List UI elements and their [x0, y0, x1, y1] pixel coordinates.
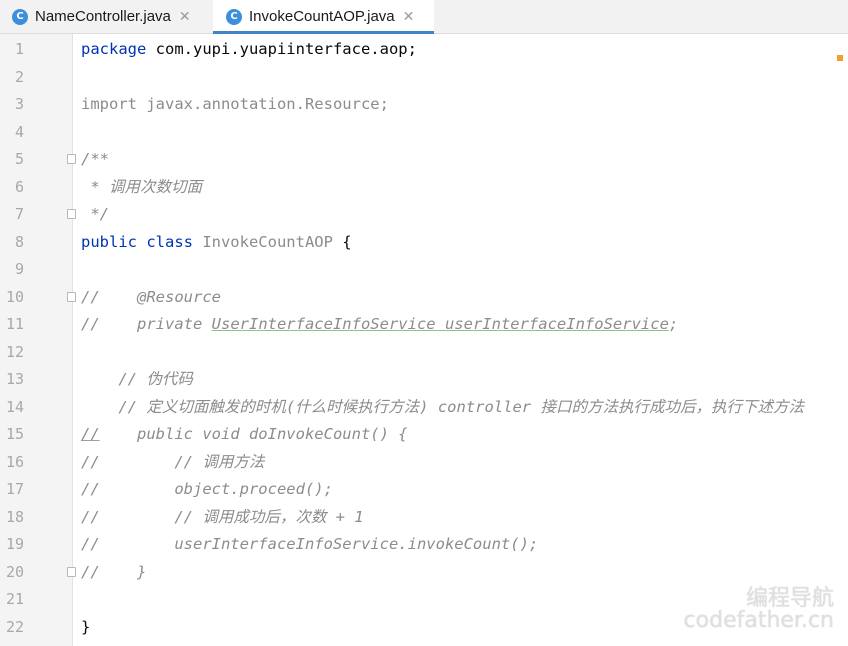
code-token: { [342, 232, 352, 251]
line-number: 8 [14, 232, 24, 251]
line-number: 19 [5, 535, 24, 553]
class-icon: C [226, 8, 242, 25]
code-line[interactable]: 3 import javax.annotation.Resource; [0, 91, 848, 118]
code-line[interactable]: 13 // 伪代码 [0, 366, 848, 393]
code-line[interactable]: 16 // // 调用方法 [0, 449, 848, 476]
code-text: // @Resource [81, 284, 221, 311]
code-token: UserInterfaceInfoService userInterfaceIn… [211, 315, 669, 333]
class-icon: C [12, 8, 28, 25]
fold-marker-icon[interactable] [67, 209, 76, 219]
code-text: package com.yupi.yuapiinterface.aop; [81, 36, 417, 63]
fold-marker-icon[interactable] [67, 291, 76, 302]
code-text: // userInterfaceInfoService.invokeCount(… [81, 531, 538, 558]
line-number: 9 [14, 260, 24, 278]
code-text: * 调用次数切面 [81, 174, 202, 201]
line-number: 7 [14, 205, 24, 223]
code-token: // } [81, 562, 147, 581]
code-line[interactable]: 14 // 定义切面触发的时机(什么时候执行方法) controller 接口的… [0, 394, 848, 421]
line-number: 21 [5, 590, 24, 608]
code-text: // 定义切面触发的时机(什么时候执行方法) controller 接口的方法执… [81, 394, 804, 421]
line-number: 12 [5, 342, 24, 361]
tab-namecontroller[interactable]: C NameController.java ✕ [0, 0, 212, 33]
code-line[interactable]: 20 // } [0, 559, 848, 586]
fold-marker-icon[interactable] [67, 154, 76, 164]
code-token: } [81, 617, 91, 636]
code-token: /** [81, 150, 109, 168]
line-number: 3 [14, 95, 24, 113]
close-icon[interactable]: ✕ [403, 9, 415, 25]
code-line[interactable]: 4 [0, 119, 848, 146]
code-line[interactable]: 5 /** [0, 146, 848, 173]
code-text: } [81, 614, 90, 641]
fold-marker-icon[interactable] [67, 566, 76, 577]
code-editor[interactable]: 1 package com.yupi.yuapiinterface.aop; 2 3 i… [0, 34, 848, 646]
code-text: // 伪代码 [81, 366, 193, 393]
code-text: */ [81, 201, 109, 228]
code-text: import javax.annotation.Resource; [81, 91, 389, 118]
code-token: // // 调用方法 [81, 452, 265, 471]
line-number: 2 [14, 67, 24, 86]
code-text: public class InvokeCountAOP { [81, 229, 352, 256]
code-line[interactable]: 19 // userInterfaceInfoService.invokeCoun… [0, 531, 848, 558]
code-line[interactable]: 10 // @Resource [0, 284, 848, 311]
inspection-marker[interactable] [837, 55, 843, 61]
code-line[interactable]: 15 // public void doInvokeCount() { [0, 421, 848, 448]
code-text: // private UserInterfaceInfoService user… [81, 311, 678, 338]
code-token: // 伪代码 [81, 370, 193, 388]
line-number: 17 [5, 480, 24, 498]
line-number: 18 [5, 507, 24, 526]
code-token: // userInterfaceInfoService.invokeCount(… [81, 535, 539, 553]
tab-invokecountaop[interactable]: C InvokeCountAOP.java ✕ [213, 0, 434, 34]
close-icon[interactable]: ✕ [179, 9, 191, 25]
line-number: 14 [5, 397, 24, 416]
code-line[interactable]: 12 [0, 339, 848, 366]
code-line[interactable]: 7 */ [0, 201, 848, 228]
line-number: 1 [14, 40, 24, 58]
code-text: // object.proceed(); [81, 476, 333, 503]
code-token: // [81, 425, 100, 443]
line-number: 10 [5, 287, 24, 306]
line-number: 4 [14, 122, 24, 141]
code-text: // // 调用方法 [81, 449, 264, 476]
line-number: 11 [5, 315, 24, 333]
code-token: // private [81, 315, 212, 333]
code-line[interactable]: 9 [0, 256, 848, 283]
code-token: InvokeCountAOP [192, 232, 343, 251]
code-token: public void doInvokeCount() { [99, 425, 408, 443]
code-line[interactable]: 6 * 调用次数切面 [0, 174, 848, 201]
line-number: 16 [5, 452, 24, 471]
code-text: // } [81, 559, 146, 586]
line-number: 20 [5, 562, 24, 581]
code-token: ; [668, 315, 679, 333]
code-line[interactable]: 18 // // 调用成功后，次数 + 1 [0, 504, 848, 531]
code-text: /** [81, 146, 109, 173]
tab-label: InvokeCountAOP.java [249, 8, 395, 25]
tab-label: NameController.java [35, 8, 171, 25]
code-token: * 调用次数切面 [81, 177, 202, 196]
code-token: // 定义切面触发的时机(什么时候执行方法) controller 接口的方法执… [81, 397, 804, 416]
code-text: // public void doInvokeCount() { [81, 421, 408, 448]
code-line[interactable]: 8 public class InvokeCountAOP { [0, 229, 848, 256]
code-line[interactable]: 11 // private UserInterfaceInfoService us… [0, 311, 848, 338]
code-token: com.yupi.yuapiinterface.aop; [146, 40, 417, 58]
code-token: package [81, 40, 147, 58]
code-line[interactable]: 17 // object.proceed(); [0, 476, 848, 503]
code-token: // object.proceed(); [81, 480, 333, 498]
line-number: 15 [5, 425, 24, 443]
line-number: 22 [5, 617, 24, 636]
code-token: */ [81, 205, 109, 223]
code-token: // @Resource [81, 287, 221, 306]
watermark-url: codefather.cn [683, 608, 834, 633]
line-number: 13 [5, 370, 24, 388]
code-token: // // 调用成功后，次数 + 1 [81, 507, 364, 526]
code-text: // // 调用成功后，次数 + 1 [81, 504, 364, 531]
code-token: import javax.annotation.Resource; [81, 95, 389, 113]
editor-tab-bar: C NameController.java ✕ C InvokeCountAOP… [0, 0, 848, 34]
code-token: public class [81, 232, 193, 251]
line-number: 6 [14, 177, 24, 196]
code-line[interactable]: 2 [0, 64, 848, 91]
code-line[interactable]: 1 package com.yupi.yuapiinterface.aop; [0, 36, 848, 63]
line-number: 5 [14, 150, 24, 168]
